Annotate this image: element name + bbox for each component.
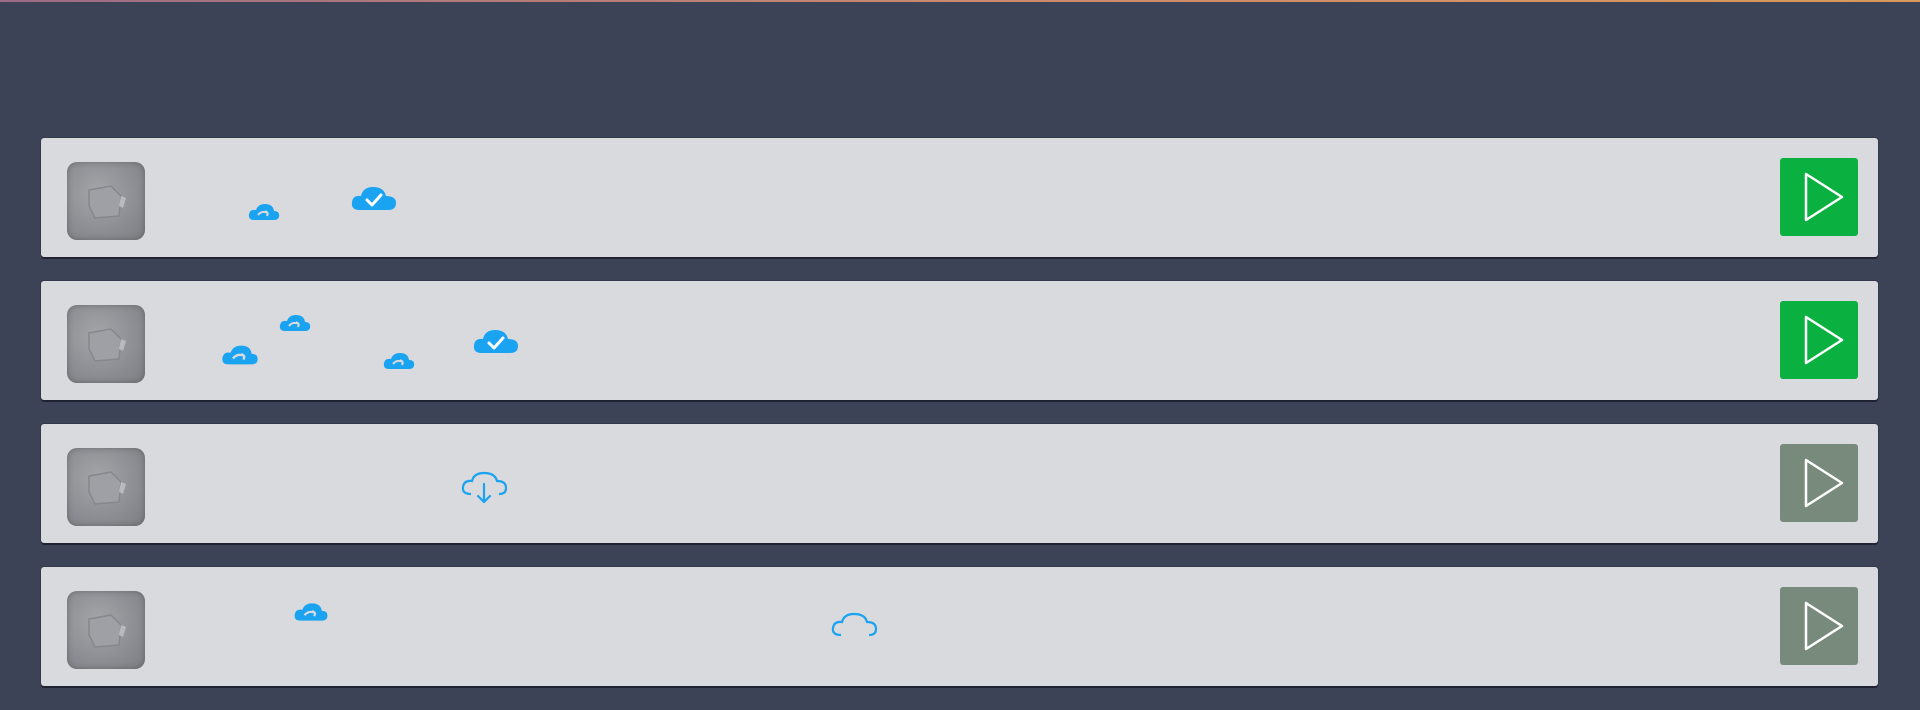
package-thumbnail-icon [67, 448, 145, 526]
cloud-sync-icon [294, 603, 328, 621]
package-thumbnail-icon [67, 305, 145, 383]
item-list [41, 138, 1878, 710]
cloud-sync-icon [248, 204, 280, 220]
cloud-check-icon [351, 187, 396, 210]
package-thumbnail-icon [67, 162, 145, 240]
cloud-sync-icon [279, 315, 311, 331]
play-button[interactable] [1780, 587, 1858, 665]
cloud-sync-icon [222, 345, 258, 365]
play-button[interactable] [1780, 301, 1858, 379]
cloud-sync-icon [383, 353, 415, 369]
play-button[interactable] [1780, 158, 1858, 236]
list-item[interactable] [41, 138, 1878, 257]
cloud-download-icon [831, 612, 878, 637]
play-button[interactable] [1780, 444, 1858, 522]
list-item[interactable] [41, 567, 1878, 686]
cloud-download-icon [461, 471, 508, 504]
top-accent-bar [0, 0, 1920, 2]
list-item[interactable] [41, 281, 1878, 400]
cloud-check-icon [473, 330, 518, 353]
package-thumbnail-icon [67, 591, 145, 669]
list-item[interactable] [41, 424, 1878, 543]
